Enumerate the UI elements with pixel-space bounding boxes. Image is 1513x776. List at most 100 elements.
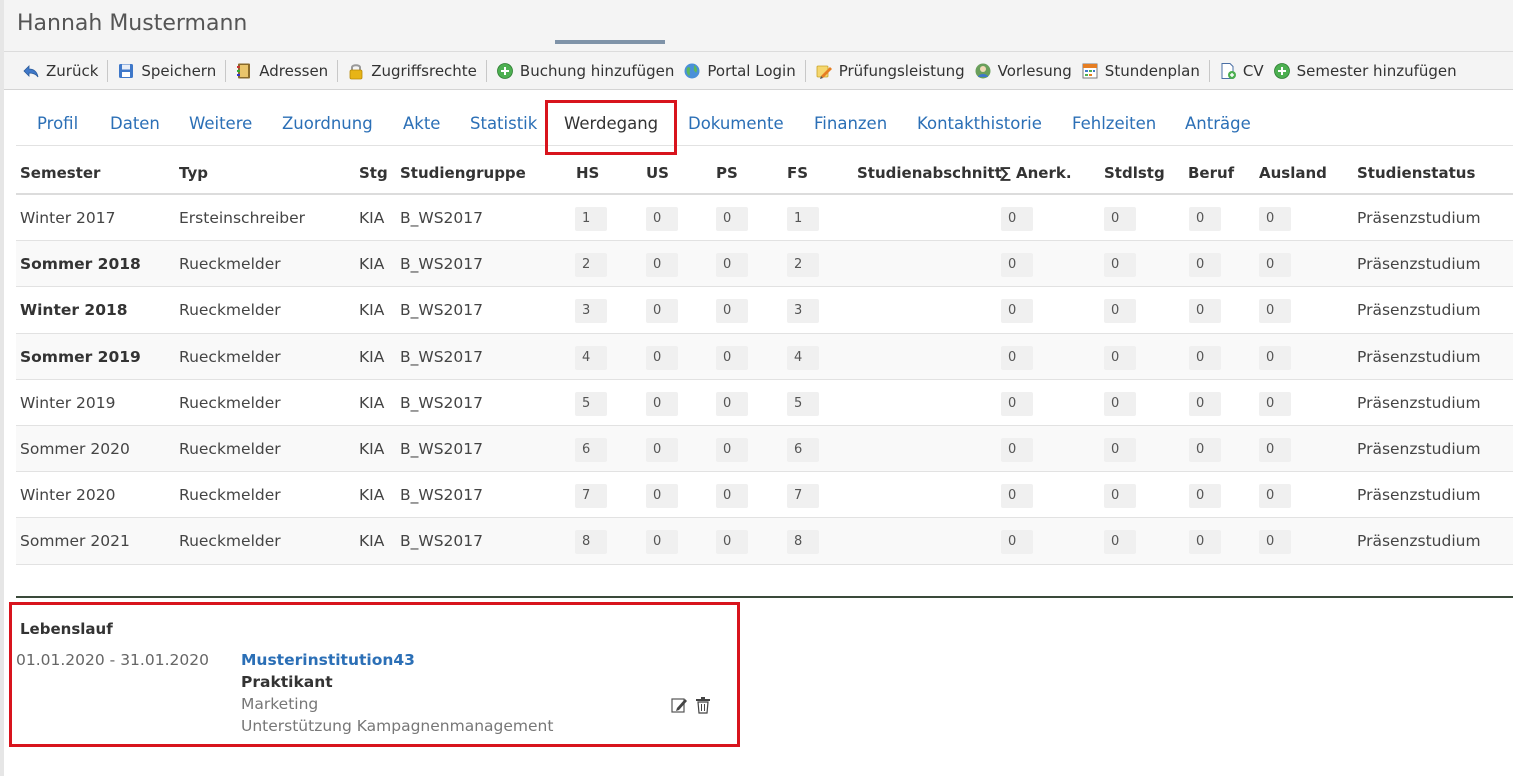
- cell-fs: 6: [787, 437, 819, 462]
- cell-ausland: 0: [1259, 345, 1291, 370]
- column-header-anerk[interactable]: ∑ Anerk.: [1000, 164, 1072, 182]
- cell-ausland: 0: [1259, 484, 1291, 509]
- active-tab-indicator: [555, 40, 665, 44]
- cell-studiengruppe: B_WS2017: [400, 209, 483, 227]
- column-header-ausland[interactable]: Ausland: [1259, 164, 1327, 182]
- access-rights-button[interactable]: Zugriffsrechte: [347, 62, 477, 80]
- table-row[interactable]: Winter 2018 Rueckmelder KIA B_WS2017 Präsenz…: [16, 287, 1513, 334]
- toolbar-separator: [225, 59, 227, 82]
- cell-typ: Rueckmelder: [179, 347, 281, 366]
- cell-beruf: 0: [1189, 253, 1221, 278]
- cell-us: 0: [646, 484, 678, 509]
- back-button[interactable]: Zurück: [22, 62, 98, 80]
- tab-statistik[interactable]: Statistik: [470, 114, 537, 133]
- table-row[interactable]: Sommer 2021 Rueckmelder KIA B_WS2017 Präsenz…: [16, 518, 1513, 565]
- cell-studienstatus: Präsenzstudium: [1357, 532, 1481, 551]
- add-semester-button-label: Semester hinzufügen: [1296, 61, 1457, 80]
- save-button[interactable]: Speichern: [117, 62, 216, 80]
- edit-icon[interactable]: [670, 696, 688, 714]
- cell-beruf: 0: [1189, 391, 1221, 416]
- add-booking-button-label: Buchung hinzufügen: [519, 61, 675, 80]
- column-header-studienstatus[interactable]: Studienstatus: [1357, 164, 1475, 182]
- back-arrow-icon: [23, 64, 39, 77]
- column-header-stdlstg[interactable]: Stdlstg: [1104, 164, 1165, 182]
- cell-semester: Winter 2018: [20, 301, 128, 320]
- tab-daten[interactable]: Daten: [110, 114, 160, 133]
- table-row[interactable]: Sommer 2018 Rueckmelder KIA B_WS2017 Präsenz…: [16, 241, 1513, 288]
- cv-button-label: CV: [1242, 61, 1264, 80]
- portal-login-button-label: Portal Login: [707, 61, 796, 80]
- cell-studienstatus: Präsenzstudium: [1357, 255, 1481, 274]
- cell-fs: 4: [787, 345, 819, 370]
- add-semester-button[interactable]: Semester hinzufügen: [1273, 62, 1457, 80]
- cell-us: 0: [646, 437, 678, 462]
- cell-ausland: 0: [1259, 253, 1291, 278]
- cell-beruf: 0: [1189, 299, 1221, 324]
- cv-entry-position: Praktikant: [241, 673, 333, 691]
- cell-studiengruppe: B_WS2017: [400, 255, 483, 274]
- tab-zuordnung[interactable]: Zuordnung: [282, 114, 373, 133]
- cell-stdlstg: 0: [1104, 530, 1136, 555]
- toolbar-separator: [485, 59, 487, 82]
- floppy-disk-icon: [119, 63, 134, 78]
- cell-stg: KIA: [359, 301, 385, 320]
- timetable-button[interactable]: Stundenplan: [1081, 62, 1200, 80]
- column-header-typ[interactable]: Typ: [179, 164, 208, 182]
- tab-weitere[interactable]: Weitere: [189, 114, 252, 133]
- cell-typ: Rueckmelder: [179, 255, 281, 274]
- column-header-stg[interactable]: Stg: [359, 164, 388, 182]
- column-header-fs[interactable]: FS: [787, 164, 808, 182]
- tab-profil[interactable]: Profil: [37, 114, 78, 133]
- column-header-studiengruppe[interactable]: Studiengruppe: [400, 164, 526, 182]
- cell-typ: Rueckmelder: [179, 439, 281, 458]
- cv-entry-institution-link[interactable]: Musterinstitution43: [241, 651, 415, 669]
- cell-ausland: 0: [1259, 530, 1291, 555]
- column-header-hs[interactable]: HS: [576, 164, 599, 182]
- table-row[interactable]: Sommer 2019 Rueckmelder KIA B_WS2017 Präsenz…: [16, 333, 1513, 380]
- table-row[interactable]: Winter 2019 Rueckmelder KIA B_WS2017 Präsenz…: [16, 380, 1513, 426]
- cell-beruf: 0: [1189, 484, 1221, 509]
- table-row[interactable]: Winter 2017 Ersteinschreiber KIA B_WS2017 Pr…: [16, 195, 1513, 242]
- tab-fehlzeiten[interactable]: Fehlzeiten: [1072, 114, 1156, 133]
- plus-circle-icon: [1273, 62, 1290, 79]
- cell-ps: 0: [716, 345, 748, 370]
- table-row[interactable]: Winter 2020 Rueckmelder KIA B_WS2017 Präsenz…: [16, 472, 1513, 519]
- lecture-icon: [975, 63, 991, 78]
- cell-hs: 6: [575, 437, 607, 462]
- add-booking-button[interactable]: Buchung hinzufügen: [496, 62, 674, 80]
- cell-stdlstg: 0: [1104, 345, 1136, 370]
- cell-semester: Sommer 2020: [20, 439, 130, 458]
- tab-akte[interactable]: Akte: [403, 114, 440, 133]
- column-header-us[interactable]: US: [646, 164, 669, 182]
- lecture-button[interactable]: Vorlesung: [974, 62, 1072, 80]
- cell-studiengruppe: B_WS2017: [400, 301, 483, 320]
- cell-anerk: 0: [1001, 299, 1033, 324]
- cell-us: 0: [646, 207, 678, 231]
- cell-studienstatus: Präsenzstudium: [1357, 347, 1481, 366]
- tab-antraege[interactable]: Anträge: [1185, 114, 1251, 133]
- column-header-beruf[interactable]: Beruf: [1188, 164, 1234, 182]
- exam-results-button[interactable]: Prüfungsleistung: [815, 62, 965, 80]
- trash-icon[interactable]: [694, 696, 712, 714]
- column-header-ps[interactable]: PS: [716, 164, 738, 182]
- cell-stg: KIA: [359, 255, 385, 274]
- semester-table: Semester Typ Stg Studiengruppe HS US PS …: [16, 150, 1513, 565]
- table-body: Winter 2017 Ersteinschreiber KIA B_WS2017 Pr…: [16, 195, 1513, 565]
- tab-kontakthistorie[interactable]: Kontakthistorie: [917, 114, 1042, 133]
- cell-stg: KIA: [359, 439, 385, 458]
- addresses-button[interactable]: Adressen: [235, 62, 328, 80]
- column-header-studienabschnitt[interactable]: Studienabschnitt: [857, 164, 1002, 182]
- pencil-star-icon: [816, 65, 832, 79]
- tab-dokumente[interactable]: Dokumente: [688, 114, 784, 133]
- cell-ps: 0: [716, 391, 748, 416]
- cell-ausland: 0: [1259, 207, 1291, 231]
- column-header-semester[interactable]: Semester: [20, 164, 100, 182]
- cell-fs: 2: [787, 253, 819, 278]
- table-row[interactable]: Sommer 2020 Rueckmelder KIA B_WS2017 Präsenz…: [16, 425, 1513, 473]
- cell-studiengruppe: B_WS2017: [400, 439, 483, 458]
- cv-button[interactable]: CV: [1219, 62, 1264, 80]
- cell-ps: 0: [716, 253, 748, 278]
- portal-login-button[interactable]: Portal Login: [683, 61, 796, 80]
- tab-finanzen[interactable]: Finanzen: [814, 114, 887, 133]
- cell-ausland: 0: [1259, 299, 1291, 324]
